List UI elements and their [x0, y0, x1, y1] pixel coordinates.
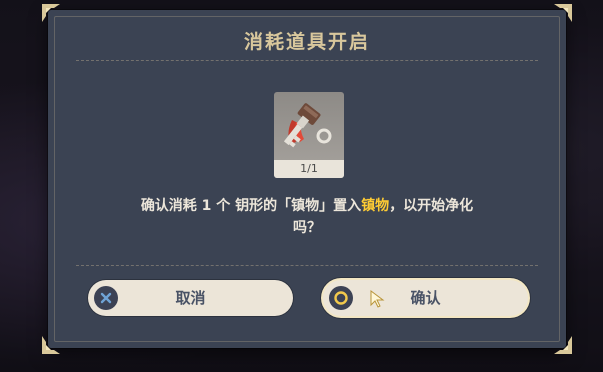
confirm-button[interactable]: 确认	[323, 280, 528, 316]
message-text: 吗？	[293, 220, 321, 236]
confirm-button-label: 确认	[410, 289, 441, 307]
message-text: ，以开始净化	[389, 198, 474, 214]
key-icon	[283, 103, 332, 148]
dialog-title: 消耗道具开启	[243, 31, 370, 53]
confirm-message: 确认消耗 1 个 钥形的「镇物」置入镇物，以开始净化 吗？	[88, 195, 526, 239]
consume-item-dialog: 消耗道具开启 1/1 确认消耗 1 个 钥形的「镇物」置入镇物，以开始净化 吗？	[42, 4, 572, 354]
message-highlight: 镇物	[361, 198, 390, 214]
message-text: 确认消耗 1 个 钥形的「镇物」置入	[140, 198, 362, 214]
cancel-button[interactable]: 取消	[88, 280, 293, 316]
corner-ornament-icon	[554, 4, 572, 22]
corner-ornament-icon	[42, 336, 60, 354]
item-count: 1/1	[274, 160, 344, 178]
cancel-button-label: 取消	[175, 289, 206, 307]
corner-ornament-icon	[554, 336, 572, 354]
item-card[interactable]: 1/1	[274, 92, 344, 178]
title-divider	[76, 60, 538, 62]
bottom-divider	[76, 265, 538, 267]
corner-ornament-icon	[42, 4, 60, 22]
